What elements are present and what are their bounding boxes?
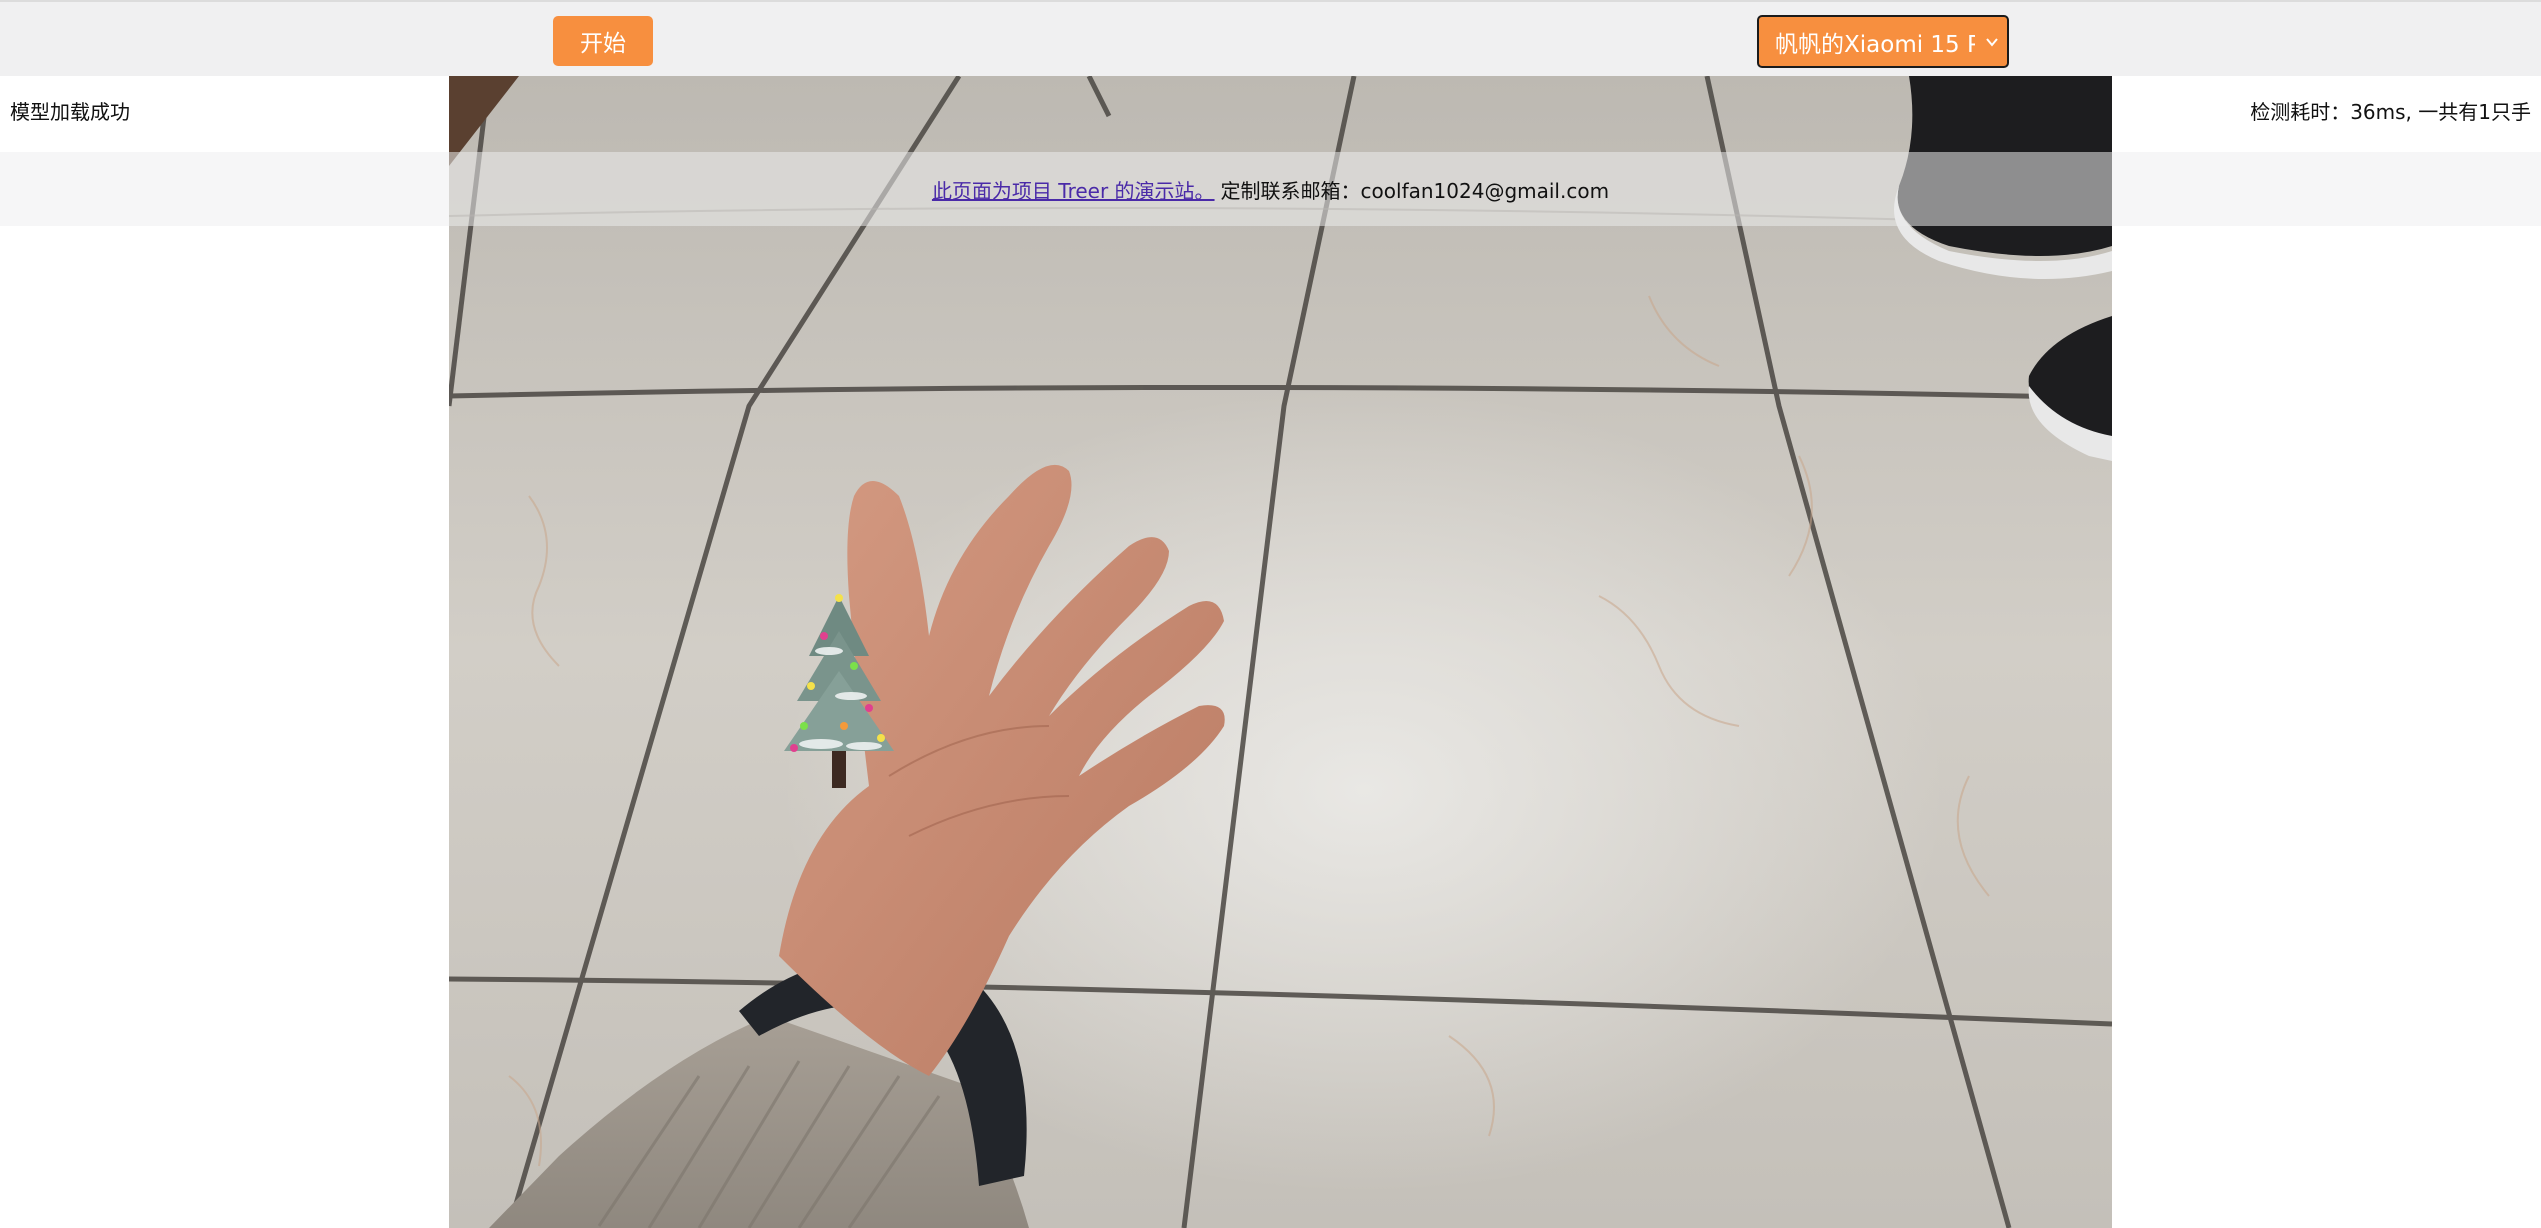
camera-device-selected: 帆帆的Xiaomi 15 Pro xyxy=(1775,31,1975,58)
camera-device-select[interactable]: 帆帆的Xiaomi 15 Pro xyxy=(1757,15,2009,68)
demo-site-link[interactable]: 此页面为项目 Treer 的演示站。 xyxy=(932,175,1215,204)
detection-info-text: 检测耗时：36ms, 一共有1只手 xyxy=(2250,100,2531,124)
contact-email-text: 定制联系邮箱：coolfan1024@gmail.com xyxy=(1220,178,1610,203)
camera-view xyxy=(449,76,2112,1228)
chevron-down-icon xyxy=(1983,30,2001,54)
start-button[interactable]: 开始 xyxy=(553,16,653,66)
model-status-text: 模型加载成功 xyxy=(10,100,130,124)
camera-frame xyxy=(449,76,2112,1228)
app-page: 开始 帆帆的Xiaomi 15 Pro 模型加载成功 检测耗时：36ms, 一共… xyxy=(0,0,2541,1228)
top-toolbar: 开始 帆帆的Xiaomi 15 Pro xyxy=(0,0,2541,76)
info-line: 此页面为项目 Treer 的演示站。 定制联系邮箱：coolfan1024@gm… xyxy=(0,152,2541,226)
